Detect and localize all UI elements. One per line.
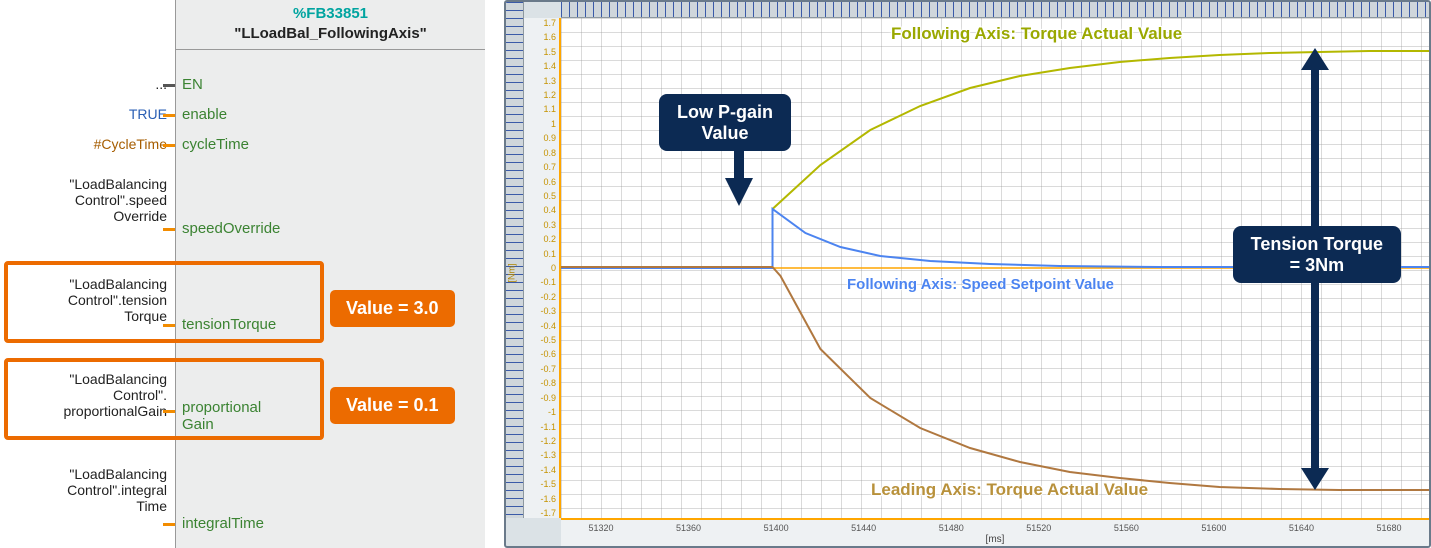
label-following-torque: Following Axis: Torque Actual Value	[891, 24, 1182, 44]
y-tick: -1	[524, 407, 556, 417]
y-tick: -0.8	[524, 378, 556, 388]
y-tick: 1.3	[524, 76, 556, 86]
arrow-shaft-icon	[734, 146, 744, 182]
y-tick: 0.7	[524, 162, 556, 172]
y-tick: -0.6	[524, 349, 556, 359]
connector-icon	[163, 84, 175, 87]
y-tick: 1.4	[524, 61, 556, 71]
x-tick: 51440	[851, 523, 876, 533]
highlight-tension-torque	[4, 261, 324, 343]
y-tick: 1.2	[524, 90, 556, 100]
y-tick: -0.4	[524, 321, 556, 331]
x-tick: 51640	[1289, 523, 1314, 533]
x-tick: 51480	[939, 523, 964, 533]
y-axis: [Nm] 1.71.61.51.41.31.21.110.90.80.70.60…	[524, 18, 561, 518]
label-leading-torque: Leading Axis: Torque Actual Value	[871, 480, 1148, 500]
pin-speed-override[interactable]: speedOverride	[182, 220, 280, 237]
y-tick: -0.3	[524, 306, 556, 316]
annotation-tension: Tension Torque= 3Nm	[1235, 228, 1399, 281]
x-axis: [ms] 51320 51360 51400 51440 51480 51520 51560…	[561, 518, 1429, 546]
arrow-up-icon	[1301, 48, 1329, 70]
y-tick: 1.6	[524, 32, 556, 42]
block-id: %FB33851	[176, 4, 485, 24]
y-tick: -1.5	[524, 479, 556, 489]
y-tick: 1.1	[524, 104, 556, 114]
y-tick: -1.6	[524, 494, 556, 504]
connector-icon	[163, 228, 175, 231]
pin-en[interactable]: EN	[182, 76, 203, 93]
arrow-down-icon	[725, 178, 753, 206]
y-tick: 0.1	[524, 249, 556, 259]
connector-icon	[163, 523, 175, 526]
y-tick: -0.9	[524, 393, 556, 403]
plot-area[interactable]: Following Axis: Torque Actual Value Foll…	[561, 18, 1429, 518]
function-block-panel: ... TRUE #CycleTime "LoadBalancingContro…	[0, 0, 500, 548]
tag-enable: TRUE	[129, 106, 167, 122]
badge-tension-value: Value = 3.0	[330, 290, 455, 327]
y-tick: 0.2	[524, 234, 556, 244]
y-tick: 1.7	[524, 18, 556, 28]
connector-icon	[163, 114, 175, 117]
x-tick: 51680	[1376, 523, 1401, 533]
trace-chart-panel: [Nm] 1.7 1.6 1.5 1.4 1.3 1.2 1.1 1 0.9 0.8 0.7 0.6 0…	[504, 0, 1431, 548]
y-tick: -1.2	[524, 436, 556, 446]
y-tick: -1.7	[524, 508, 556, 518]
x-tick: 51600	[1201, 523, 1226, 533]
y-tick: 1.5	[524, 47, 556, 57]
tag-cycletime: #CycleTime	[94, 136, 167, 152]
x-tick: 51320	[588, 523, 613, 533]
tag-speed-override: "LoadBalancingControl".speedOverride	[69, 176, 167, 224]
pin-cycle-time[interactable]: cycleTime	[182, 136, 249, 153]
y-tick: -1.1	[524, 422, 556, 432]
y-tick: 0.3	[524, 220, 556, 230]
y-tick: 1	[524, 119, 556, 129]
y-tick: 0	[524, 263, 556, 273]
x-tick: 51560	[1114, 523, 1139, 533]
pin-integral-time[interactable]: integralTime	[182, 515, 264, 532]
badge-pgain-value: Value = 0.1	[330, 387, 455, 424]
y-tick: 0.8	[524, 148, 556, 158]
y-tick: -0.1	[524, 277, 556, 287]
arrow-down-icon	[1301, 468, 1329, 490]
x-tick: 51520	[1026, 523, 1051, 533]
connector-icon	[163, 144, 175, 147]
x-tick: 51400	[764, 523, 789, 533]
label-speed-setpoint: Following Axis: Speed Setpoint Value	[847, 276, 1114, 293]
y-axis-unit: [Nm]	[507, 264, 517, 283]
y-tick: 0.9	[524, 133, 556, 143]
y-tick: -0.2	[524, 292, 556, 302]
x-axis-unit: [ms]	[986, 534, 1005, 545]
y-tick: -1.4	[524, 465, 556, 475]
y-tick: 0.4	[524, 205, 556, 215]
y-tick: -0.7	[524, 364, 556, 374]
tag-integral-time: "LoadBalancingControl".integralTime	[67, 466, 167, 514]
x-tick: 51360	[676, 523, 701, 533]
highlight-proportional-gain	[4, 358, 324, 440]
block-name: "LLoadBal_FollowingAxis"	[176, 24, 485, 44]
y-tick: 0.5	[524, 191, 556, 201]
ruler-top[interactable]	[561, 2, 1429, 18]
ruler-left[interactable]	[506, 2, 524, 518]
y-tick: 0.6	[524, 177, 556, 187]
y-tick: -0.5	[524, 335, 556, 345]
y-tick: -1.3	[524, 450, 556, 460]
pin-enable[interactable]: enable	[182, 106, 227, 123]
annotation-pgain: Low P-gainValue	[661, 96, 789, 149]
